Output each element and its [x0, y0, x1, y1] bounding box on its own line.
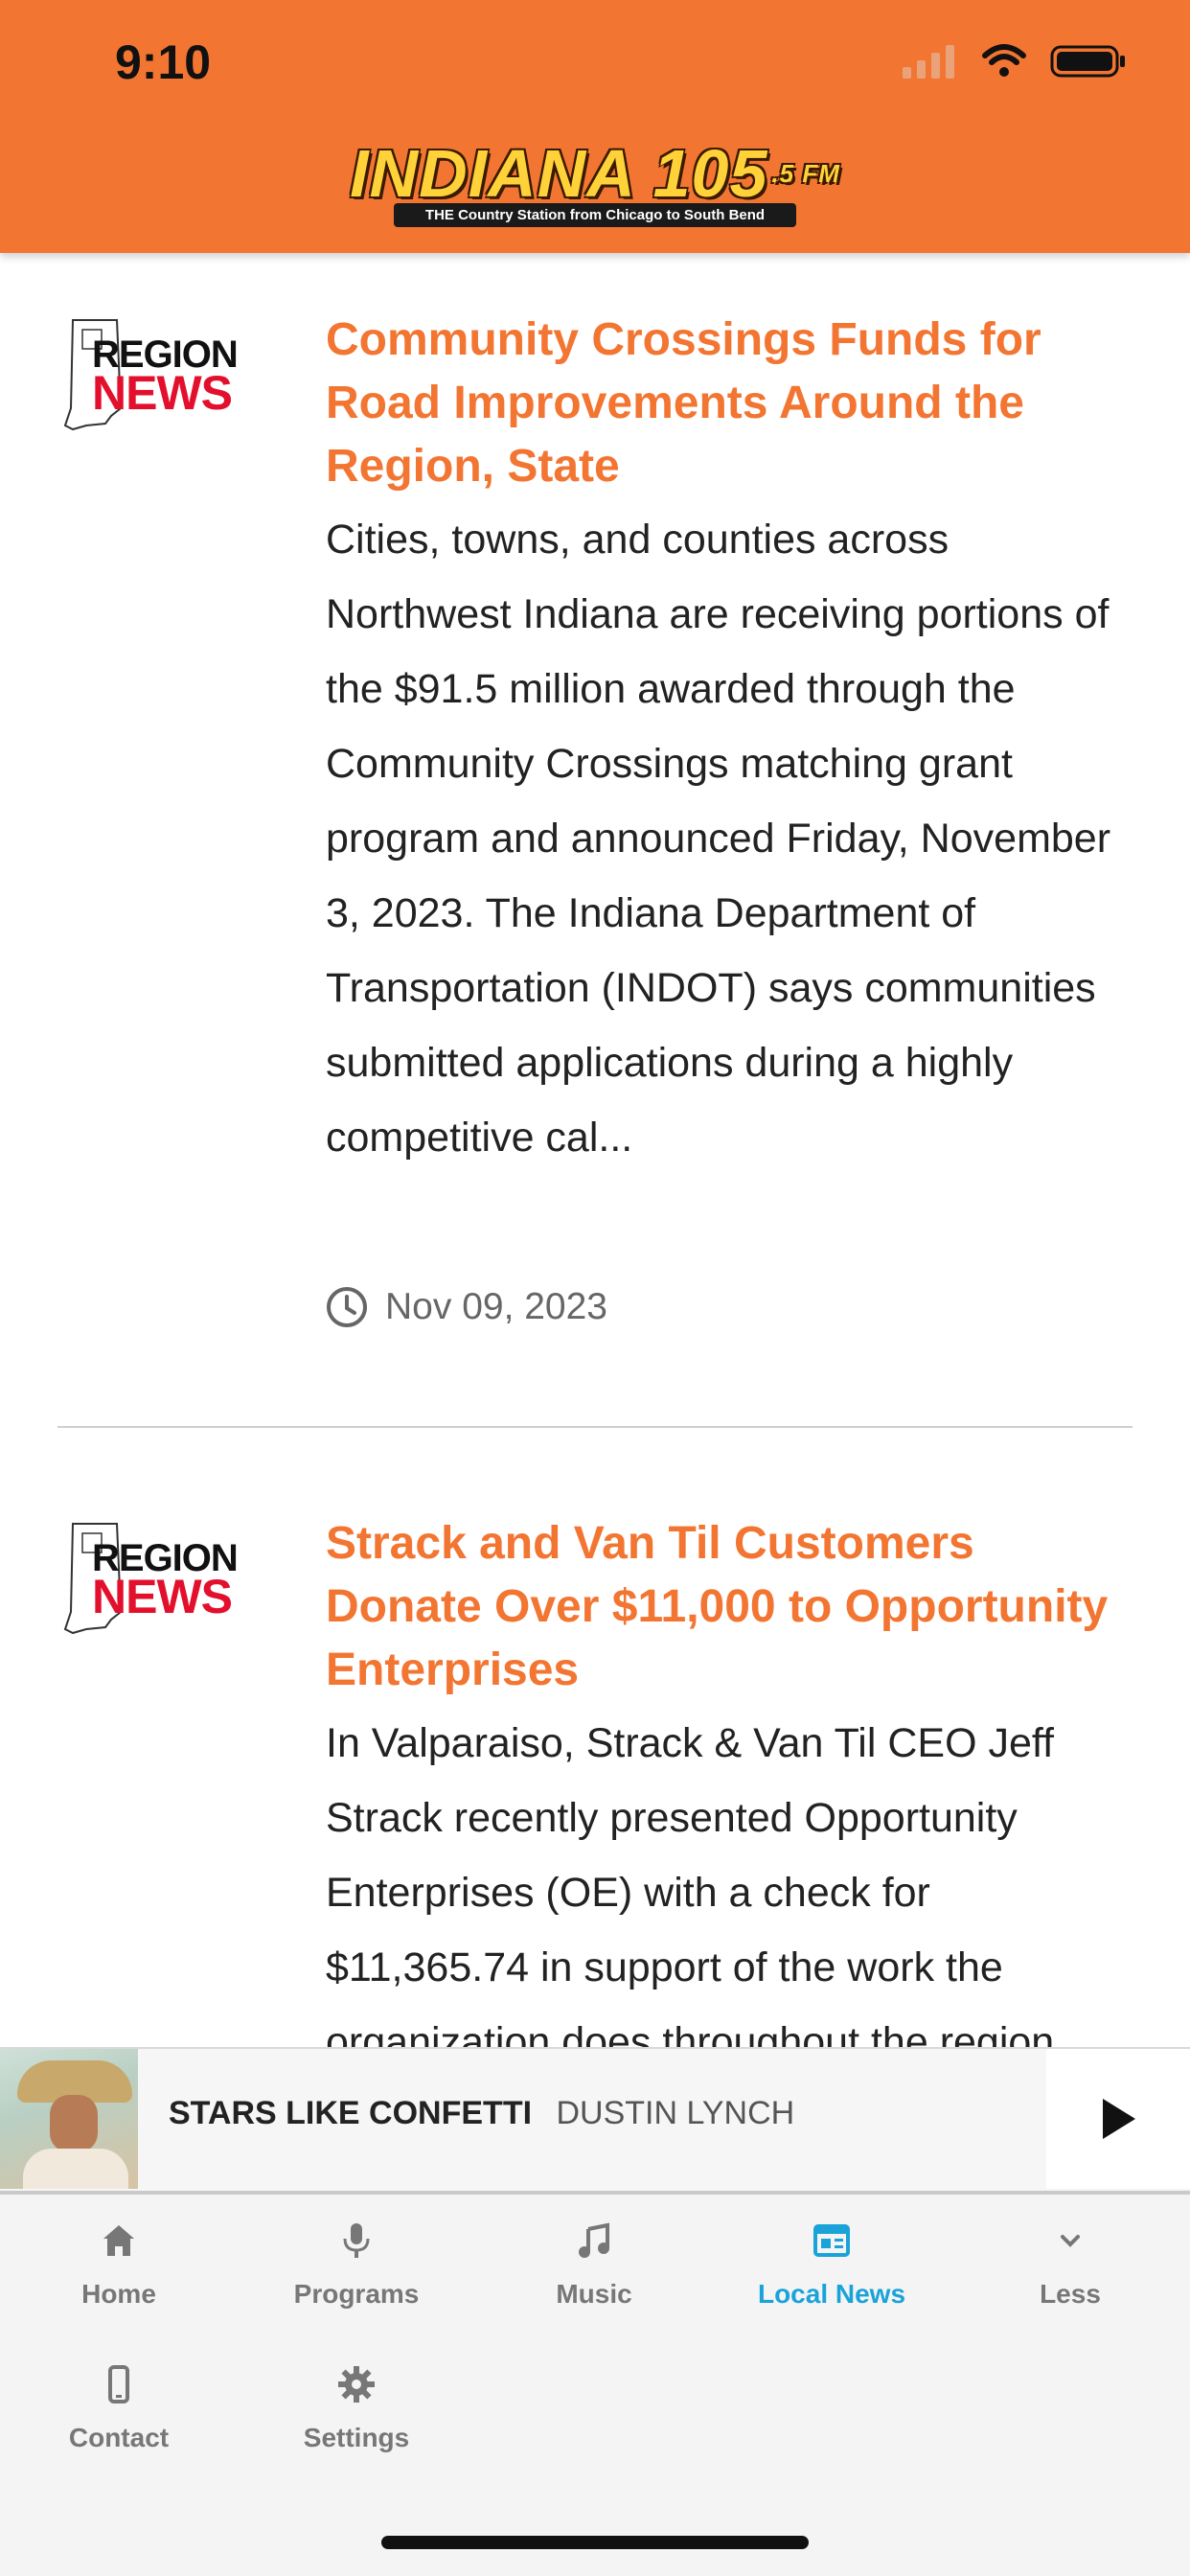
article-date-text: Nov 09, 2023: [385, 1286, 608, 1327]
wifi-icon: [982, 44, 1026, 77]
region-news-thumbnail: REGION NEWS: [63, 1520, 280, 1639]
tab-label: Home: [81, 2279, 156, 2309]
track-artist: DUSTIN LYNCH: [556, 2095, 795, 2131]
battery-icon: [1050, 45, 1125, 78]
tab-less[interactable]: Less: [950, 2221, 1190, 2310]
cellular-signal-icon: [903, 45, 954, 79]
clock-icon: [327, 1287, 367, 1327]
phone-icon: [108, 2365, 129, 2404]
tab-label: Programs: [293, 2279, 420, 2309]
tab-bar: Home Programs Music Local News Less Cont…: [0, 2193, 1190, 2576]
track-title: STARS LIKE CONFETTI: [169, 2095, 533, 2131]
home-icon: [103, 2225, 134, 2256]
article-title[interactable]: Strack and Van Til Customers Donate Over…: [326, 1512, 1131, 1702]
now-playing-info[interactable]: STARS LIKE CONFETTI DUSTIN LYNCH: [169, 2095, 794, 2132]
tab-label: Less: [1040, 2279, 1101, 2309]
home-indicator[interactable]: [381, 2536, 809, 2549]
play-icon: [1103, 2099, 1135, 2139]
status-icons: [901, 44, 1127, 79]
app-header: 9:10 INDIANA 105.5 FM THE Country Statio…: [0, 0, 1190, 253]
article-title[interactable]: Community Crossings Funds for Road Impro…: [326, 309, 1131, 498]
thumb-news-label: NEWS: [92, 1570, 233, 1623]
region-news-thumbnail: REGION NEWS: [63, 316, 280, 435]
gear-icon: [338, 2366, 375, 2403]
article-summary: In Valparaiso, Strack & Van Til CEO Jeff…: [326, 1720, 1066, 2047]
article-date: Nov 09, 2023: [326, 1286, 607, 1328]
now-playing-bar[interactable]: STARS LIKE CONFETTI DUSTIN LYNCH: [0, 2047, 1190, 2195]
station-logo: INDIANA 105.5 FM THE Country Station fro…: [0, 140, 1190, 227]
tab-settings[interactable]: Settings: [238, 2365, 475, 2453]
play-button[interactable]: [1046, 2049, 1190, 2189]
thumb-news-label: NEWS: [92, 366, 233, 420]
logo-tagline: THE Country Station from Chicago to Sout…: [394, 203, 796, 227]
news-feed[interactable]: REGION NEWS Community Crossings Funds fo…: [0, 253, 1190, 2047]
tab-label: Settings: [303, 2423, 410, 2452]
tab-local-news[interactable]: Local News: [713, 2221, 950, 2310]
newspaper-icon: [813, 2224, 850, 2257]
chevron-down-icon: [1061, 2235, 1080, 2247]
tab-music[interactable]: Music: [475, 2221, 713, 2310]
tab-label: Music: [556, 2279, 632, 2309]
logo-main: INDIANA 105.5 FM: [350, 136, 840, 211]
tab-label: Contact: [68, 2423, 170, 2452]
tab-programs[interactable]: Programs: [238, 2221, 475, 2310]
tab-home[interactable]: Home: [0, 2221, 238, 2310]
article-divider: [57, 1426, 1133, 1428]
music-note-icon: [579, 2222, 609, 2258]
album-art: [0, 2049, 138, 2189]
tab-label: Local News: [757, 2279, 906, 2309]
status-time: 9:10: [115, 35, 212, 89]
article-summary: Cities, towns, and counties across North…: [326, 517, 1111, 1161]
tab-contact[interactable]: Contact: [0, 2365, 238, 2453]
microphone-icon: [343, 2223, 370, 2258]
